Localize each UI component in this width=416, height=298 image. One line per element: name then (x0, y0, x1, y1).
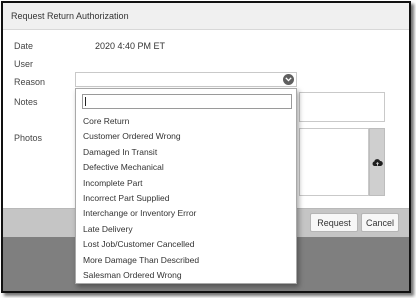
notes-label: Notes (14, 97, 38, 107)
reason-option[interactable]: Lost Job/Customer Cancelled (76, 237, 296, 252)
date-value: 2020 4:40 PM ET (95, 41, 166, 51)
reason-option[interactable]: Core Return (76, 114, 296, 129)
reason-select[interactable] (75, 72, 297, 87)
reason-option[interactable]: Late Delivery (76, 222, 296, 237)
cloud-upload-icon (372, 158, 383, 166)
request-button[interactable]: Request (310, 213, 358, 232)
photos-dropzone[interactable] (299, 128, 369, 196)
dialog-title: Request Return Authorization (3, 3, 409, 30)
reason-options-list: Core Return Customer Ordered Wrong Damag… (76, 114, 296, 283)
user-label: User (14, 59, 34, 69)
reason-option[interactable]: Customer Ordered Wrong (76, 129, 296, 144)
text-cursor (85, 97, 86, 106)
reason-search-input[interactable] (82, 94, 292, 109)
reason-option[interactable]: Incorrect Part Supplied (76, 191, 296, 206)
reason-dropdown: Core Return Customer Ordered Wrong Damag… (75, 88, 297, 284)
notes-textarea[interactable] (299, 92, 385, 122)
reason-option[interactable]: More Damage Than Described (76, 253, 296, 268)
photos-label: Photos (14, 133, 43, 143)
reason-option[interactable]: Defective Mechanical (76, 160, 296, 175)
date-label: Date (14, 41, 34, 51)
reason-option[interactable]: Interchange or Inventory Error (76, 206, 296, 221)
reason-option[interactable]: Salesman Ordered Wrong (76, 268, 296, 283)
reason-option[interactable]: Damaged In Transit (76, 145, 296, 160)
upload-button[interactable] (369, 128, 385, 196)
chevron-down-icon[interactable] (283, 74, 294, 85)
reason-label: Reason (14, 77, 46, 87)
return-authorization-dialog: Request Return Authorization Date 2020 4… (1, 1, 411, 293)
reason-option[interactable]: Incomplete Part (76, 176, 296, 191)
cancel-button[interactable]: Cancel (361, 213, 399, 232)
